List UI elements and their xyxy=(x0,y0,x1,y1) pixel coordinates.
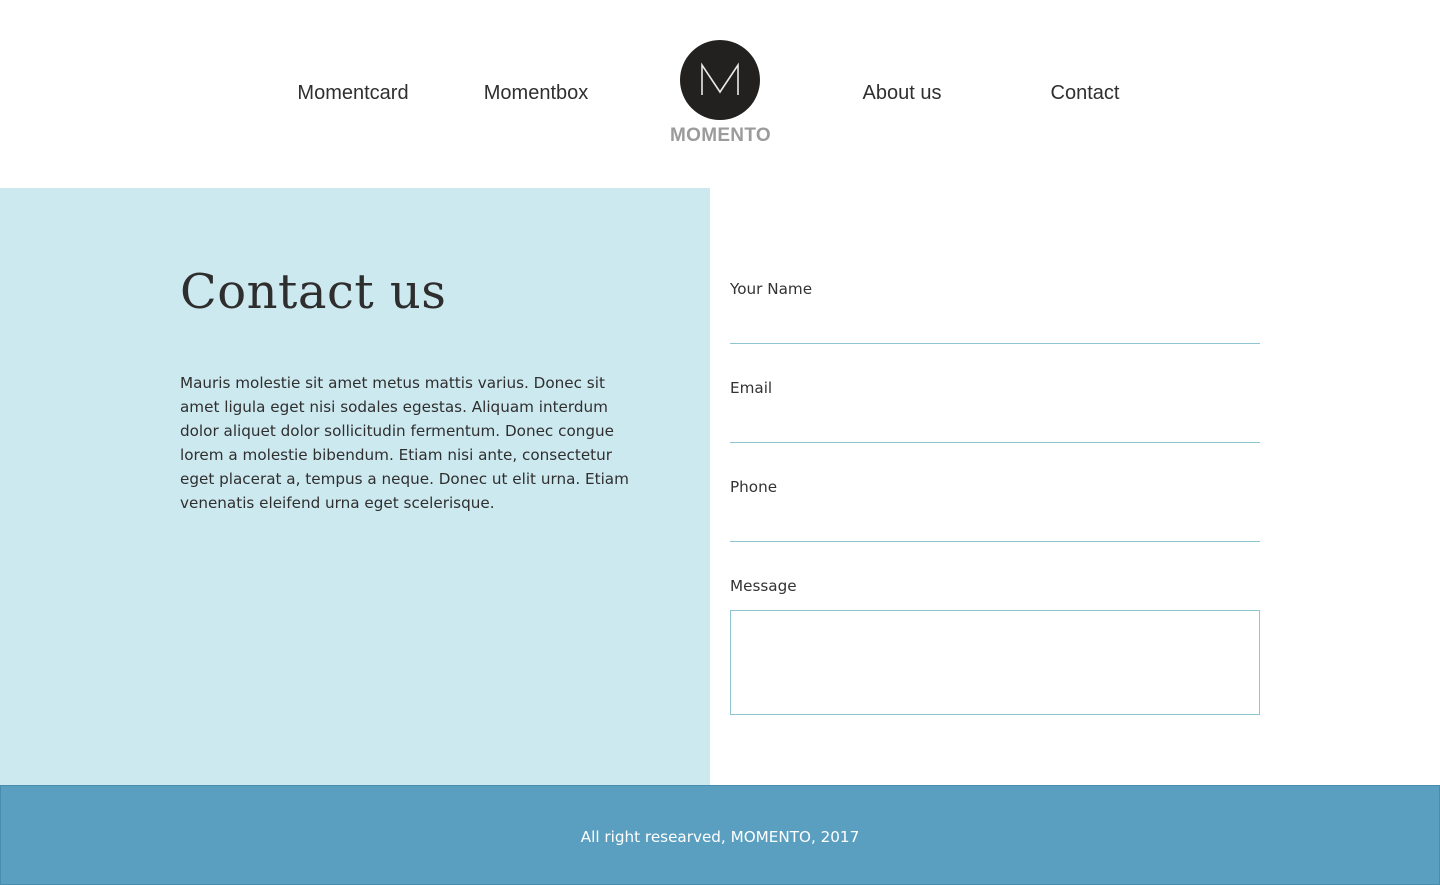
site-footer: All right researved, MOMENTO, 2017 xyxy=(0,785,1440,885)
footer-copyright: All right researved, MOMENTO, 2017 xyxy=(580,828,860,846)
nav-momentcard[interactable]: Momentcard xyxy=(297,82,408,105)
site-header: Momentcard Momentbox MOMENTO About us Co… xyxy=(0,0,1440,188)
nav-contact[interactable]: Contact xyxy=(1051,82,1120,105)
contact-intro-text: Mauris molestie sit amet metus mattis va… xyxy=(180,374,629,512)
nav-momentbox[interactable]: Momentbox xyxy=(484,82,589,105)
nav-about-us[interactable]: About us xyxy=(863,82,942,105)
logo[interactable]: MOMENTO xyxy=(670,40,771,150)
email-label: Email xyxy=(730,379,773,397)
name-label: Your Name xyxy=(730,280,813,298)
message-textarea[interactable] xyxy=(730,610,1260,715)
phone-label: Phone xyxy=(730,478,778,496)
phone-input[interactable] xyxy=(730,512,1260,542)
page-title: Contact us xyxy=(180,264,447,320)
name-input[interactable] xyxy=(730,314,1260,344)
email-input[interactable] xyxy=(730,413,1260,443)
m-monogram-icon xyxy=(680,40,760,120)
logo-wordmark: MOMENTO xyxy=(670,125,771,146)
message-label: Message xyxy=(730,577,797,595)
